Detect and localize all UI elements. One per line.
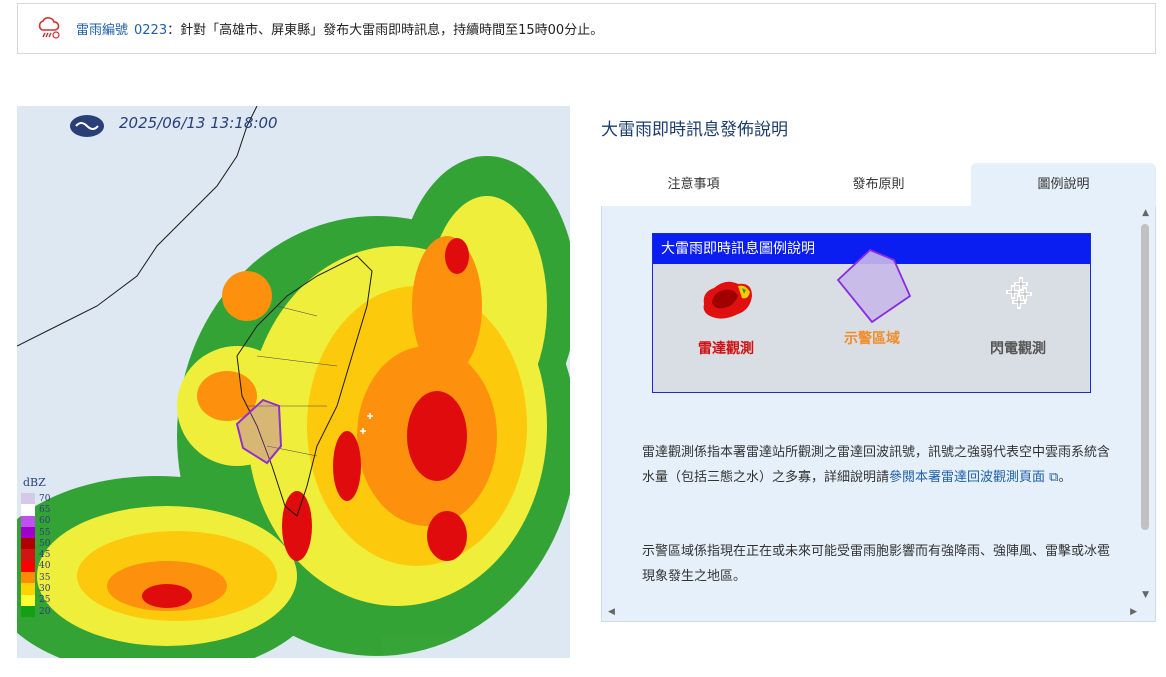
radar-map: 2025/06/13 13:18:00 dBZ 70 65 60 55 50 45 40 35… [17,106,570,658]
alert-body: ：針對「高雄市、屏東縣」發布大雷雨即時訊息，持續時間至15時00分止。 [167,23,604,38]
dbz-swatch [21,572,35,584]
dbz-row: 60 [21,515,51,527]
dbz-row: 25 [21,594,51,606]
tab-legend[interactable]: 圖例說明 [971,163,1156,206]
dbz-row: 65 [21,504,51,516]
radar-timestamp: 2025/06/13 13:18:00 [119,114,278,132]
dbz-label: 30 [39,584,51,595]
radar-desc-end: 。 [1058,470,1072,485]
dbz-row: 40 [21,560,51,573]
tab-principles[interactable]: 發布原則 [786,163,971,206]
dbz-swatch [21,549,35,561]
warning-description: 示警區域係指現在正在或未來可能受雷雨胞影響而有強降雨、強陣風、雷擊或冰雹現象發生… [642,544,1111,584]
dbz-row: 50 [21,538,51,550]
radar-image [17,106,570,658]
dbz-swatch [21,605,35,618]
legend-lightning: 閃電觀測 [945,274,1091,358]
alert-link[interactable]: 雷雨編號 [76,23,128,38]
radar-echo-icon [703,281,752,319]
thunderstorm-icon [38,16,60,39]
legend-box: 大雷雨即時訊息圖例說明 雷達觀測 示警區域 閃電觀測 [652,233,1091,393]
alert-number: 0223 [134,23,168,38]
dbz-label: 25 [39,595,51,606]
dbz-label: 60 [39,516,51,527]
dbz-row: 35 [21,572,51,584]
dbz-row: 70 [21,493,51,505]
dbz-swatch [21,594,35,606]
alert-message: 雷雨編號 0223：針對「高雄市、屏東縣」發布大雷雨即時訊息，持續時間至15時00… [76,19,603,38]
warning-area-icon [836,248,912,324]
scroll-down-arrow[interactable]: ▼ [1142,590,1149,600]
dbz-swatch [21,515,35,527]
legend-radar: 雷達觀測 [653,274,799,358]
legend-radar-label: 雷達觀測 [698,341,754,357]
radar-description: 雷達觀測係指本署雷達站所觀測之雷達回波訊號，訊號之強弱代表空中雲雨系統含水量（包… [642,440,1112,490]
dbz-title: dBZ [23,476,46,489]
dbz-swatch [21,526,35,539]
tab-notice[interactable]: 注意事項 [601,163,786,206]
legend-warning-label: 示警區域 [844,331,900,347]
dbz-label: 65 [39,504,51,515]
scroll-up-arrow[interactable]: ▲ [1142,208,1149,218]
dbz-legend: dBZ 70 65 60 55 50 45 40 35 30 25 20 [21,476,51,618]
legend-warning-area: 示警區域 [799,248,945,348]
vertical-scrollbar-thumb[interactable] [1141,224,1149,530]
scroll-left-arrow[interactable]: ◀ [608,607,615,617]
dbz-row: 55 [21,526,51,539]
dbz-swatch [21,583,35,595]
dbz-swatch [21,493,35,505]
dbz-label: 50 [39,538,51,549]
dbz-row: 45 [21,549,51,561]
external-link-icon[interactable]: ⧉ [1045,470,1058,485]
scroll-right-arrow[interactable]: ▶ [1130,607,1137,617]
dbz-label: 70 [39,493,51,504]
radar-page-link[interactable]: 參閱本署雷達回波觀測頁面 [889,470,1045,485]
alert-bar: 雷雨編號 0223：針對「高雄市、屏東縣」發布大雷雨即時訊息，持續時間至15時00… [17,3,1156,54]
dbz-label: 20 [39,606,51,617]
legend-lightning-label: 閃電觀測 [990,341,1046,357]
dbz-label: 35 [39,572,51,583]
horizontal-scrollbar[interactable]: ◀ ▶ [602,605,1155,621]
dbz-swatch [21,504,35,516]
dbz-row: 20 [21,605,51,618]
dbz-swatch [21,538,35,550]
tab-content: 大雷雨即時訊息圖例說明 雷達觀測 示警區域 閃電觀測 雷達觀測係指本署雷達站所觀… [601,206,1156,622]
tab-bar: 注意事項 發布原則 圖例說明 [601,163,1156,206]
dbz-label: 40 [39,561,51,572]
dbz-label: 55 [39,527,51,538]
cwa-logo [69,114,105,138]
dbz-swatch [21,560,35,573]
lightning-icon [1006,277,1032,309]
dbz-label: 45 [39,550,51,561]
dbz-row: 30 [21,583,51,595]
page-title: 大雷雨即時訊息發佈說明 [601,120,788,140]
